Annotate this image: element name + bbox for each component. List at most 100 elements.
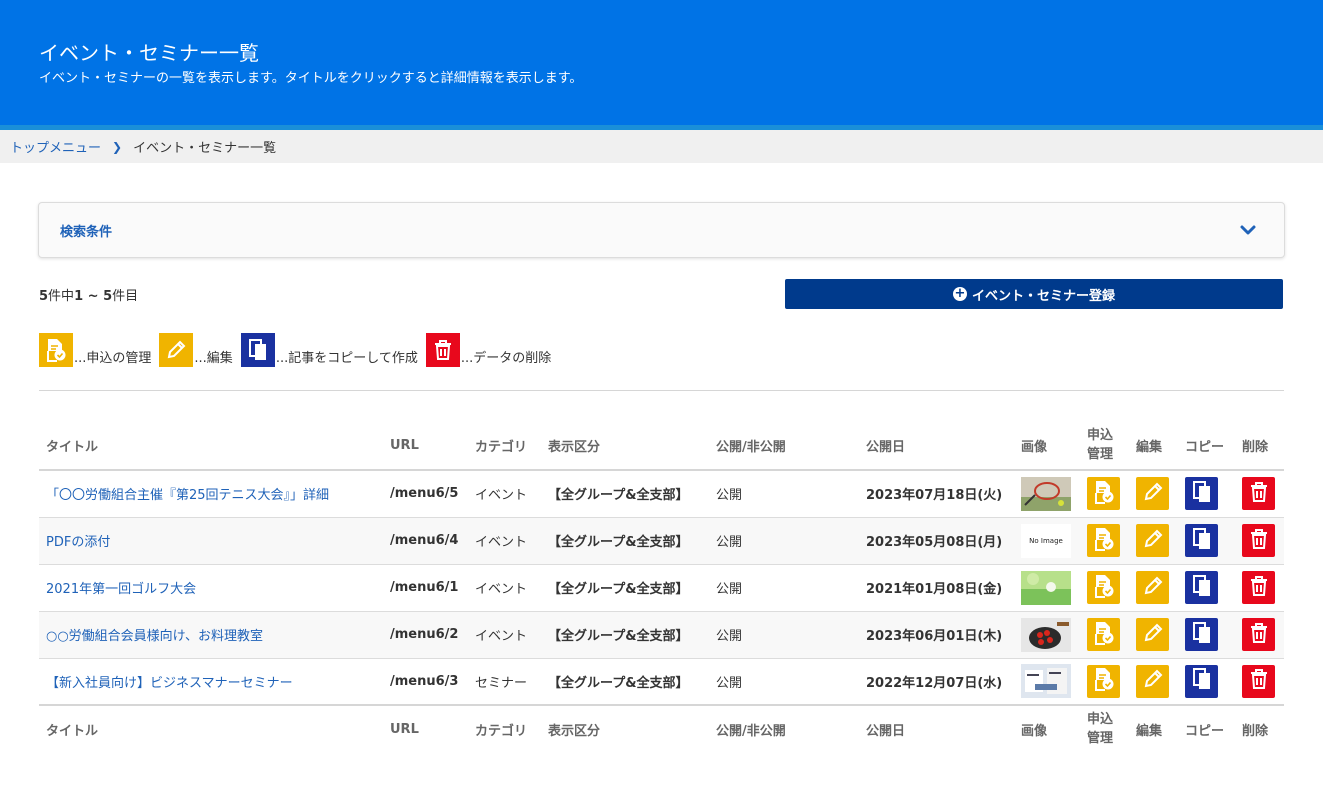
- copy-icon: [1192, 480, 1212, 508]
- legend-text-copy: ...記事をコピーして作成: [275, 351, 418, 366]
- divider: [39, 390, 1284, 391]
- cell-apply: [1080, 470, 1129, 518]
- breadcrumb-home-link[interactable]: トップメニュー: [10, 137, 101, 156]
- copy-button[interactable]: [1185, 477, 1218, 511]
- col-kubun-footer[interactable]: 表示区分: [541, 704, 709, 753]
- application-button[interactable]: [1087, 571, 1120, 604]
- application-icon: [1093, 480, 1115, 508]
- table-row: ○○労働組合会員様向け、お料理教室/menu6/2 イベント 【全グループ&全支部】…: [39, 611, 1284, 659]
- legend-text-delete: ...データの削除: [460, 351, 552, 366]
- event-thumbnail: [1021, 617, 1073, 652]
- cell-date: 2022年12月07日(水): [859, 658, 1014, 706]
- delete-button[interactable]: [1242, 524, 1275, 557]
- count-from: 1: [74, 289, 84, 304]
- cell-apply: [1080, 564, 1129, 612]
- legend-item-copy: ...記事をコピーして作成: [240, 333, 418, 367]
- pencil-icon: [1142, 575, 1164, 601]
- edit-button[interactable]: [1136, 524, 1169, 557]
- cell-image: [1014, 658, 1080, 706]
- col-edit-footer: 編集: [1129, 704, 1178, 753]
- trash-icon: [1249, 481, 1269, 507]
- cell-category: イベント: [468, 611, 541, 659]
- edit-button[interactable]: [1136, 664, 1169, 698]
- event-title-link[interactable]: 「〇〇労働組合主催『第25回テニス大会』」詳細: [46, 488, 329, 503]
- application-icon: [1093, 574, 1115, 602]
- breadcrumb: トップメニュー ❯ イベント・セミナー一覧: [0, 130, 1323, 163]
- copy-button[interactable]: [1185, 618, 1218, 651]
- cell-url: /menu6/5: [383, 470, 468, 518]
- count-total: 5: [39, 289, 49, 304]
- application-button[interactable]: [1087, 618, 1120, 651]
- breadcrumb-current: イベント・セミナー一覧: [133, 141, 277, 156]
- search-conditions-label: 検索条件: [60, 225, 113, 240]
- delete-button[interactable]: [1242, 664, 1275, 698]
- cell-url: /menu6/1: [383, 564, 468, 612]
- page-title: イベント・セミナー一覧: [39, 41, 259, 65]
- col-date-footer[interactable]: 公開日: [859, 704, 1014, 753]
- icon-legend: ...申込の管理 ...編集 ...記事をコピーして作成 ...データの削除: [39, 331, 559, 367]
- application-button[interactable]: [1087, 664, 1120, 698]
- cell-publish: 公開: [709, 564, 859, 612]
- register-event-button[interactable]: + イベント・セミナー登録: [785, 279, 1283, 309]
- event-thumbnail: [1021, 664, 1073, 699]
- application-button[interactable]: [1087, 477, 1120, 511]
- trash-icon: [1249, 668, 1269, 694]
- col-delete-footer: 削除: [1235, 704, 1284, 753]
- event-title-link[interactable]: 【新入社員向け】ビジネスマナーセミナー: [46, 676, 293, 691]
- cell-apply: [1080, 517, 1129, 565]
- delete-button[interactable]: [1242, 477, 1275, 511]
- cell-category: イベント: [468, 564, 541, 612]
- thumbnail-no-image: No Image: [1021, 523, 1071, 558]
- cell-category: イベント: [468, 470, 541, 518]
- cell-delete: [1235, 470, 1284, 518]
- cell-publish: 公開: [709, 611, 859, 659]
- cell-title: 「〇〇労働組合主催『第25回テニス大会』」詳細: [39, 470, 383, 518]
- col-kubun[interactable]: 表示区分: [541, 422, 709, 471]
- pencil-icon: [1142, 481, 1164, 507]
- cell-url: /menu6/3: [383, 658, 468, 706]
- cell-image: No Image: [1014, 517, 1080, 565]
- cell-kubun: 【全グループ&全支部】: [541, 470, 709, 518]
- copy-button[interactable]: [1185, 571, 1218, 604]
- trash-icon: [425, 333, 460, 367]
- col-category[interactable]: カテゴリ: [468, 422, 541, 471]
- event-title-link[interactable]: PDFの添付: [46, 535, 110, 550]
- count-sep: ~: [83, 289, 104, 304]
- count-to-suffix: 件目: [112, 289, 139, 304]
- trash-icon: [1249, 622, 1269, 648]
- cell-delete: [1235, 611, 1284, 659]
- event-title-link[interactable]: 2021年第一回ゴルフ大会: [46, 582, 196, 597]
- chevron-down-icon[interactable]: [1238, 220, 1258, 240]
- col-copy-footer: コピー: [1178, 704, 1235, 753]
- edit-button[interactable]: [1136, 618, 1169, 651]
- col-apply-line2: 管理: [1087, 446, 1114, 462]
- edit-button[interactable]: [1136, 571, 1169, 604]
- col-date[interactable]: 公開日: [859, 422, 1014, 471]
- edit-button[interactable]: [1136, 477, 1169, 511]
- col-publish[interactable]: 公開/非公開: [709, 422, 859, 471]
- col-apply-line1: 申込: [1087, 427, 1114, 443]
- search-conditions-panel[interactable]: 検索条件: [38, 202, 1285, 258]
- delete-button[interactable]: [1242, 618, 1275, 651]
- delete-button[interactable]: [1242, 571, 1275, 604]
- col-url-footer[interactable]: URL: [383, 704, 468, 753]
- cell-image: [1014, 470, 1080, 518]
- event-title-link[interactable]: ○○労働組合会員様向け、お料理教室: [46, 629, 263, 644]
- cell-publish: 公開: [709, 470, 859, 518]
- copy-button[interactable]: [1185, 524, 1218, 557]
- col-category-footer[interactable]: カテゴリ: [468, 704, 541, 753]
- col-title[interactable]: タイトル: [39, 422, 383, 471]
- application-button[interactable]: [1087, 524, 1120, 557]
- result-count: 5件中1 ~ 5件目: [39, 285, 138, 304]
- legend-item-edit: ...編集: [159, 333, 233, 367]
- cell-title: 【新入社員向け】ビジネスマナーセミナー: [39, 658, 383, 706]
- page-description: イベント・セミナーの一覧を表示します。タイトルをクリックすると詳細情報を表示しま…: [39, 71, 583, 86]
- col-title-footer[interactable]: タイトル: [39, 704, 383, 753]
- col-apply-footer: 申込 管理: [1080, 704, 1129, 753]
- col-url[interactable]: URL: [383, 422, 468, 471]
- col-publish-footer[interactable]: 公開/非公開: [709, 704, 859, 753]
- copy-icon: [1192, 621, 1212, 649]
- page-header: イベント・セミナー一覧 イベント・セミナーの一覧を表示します。タイトルをクリック…: [0, 0, 1323, 130]
- copy-button[interactable]: [1185, 664, 1218, 698]
- cell-url: /menu6/2: [383, 611, 468, 659]
